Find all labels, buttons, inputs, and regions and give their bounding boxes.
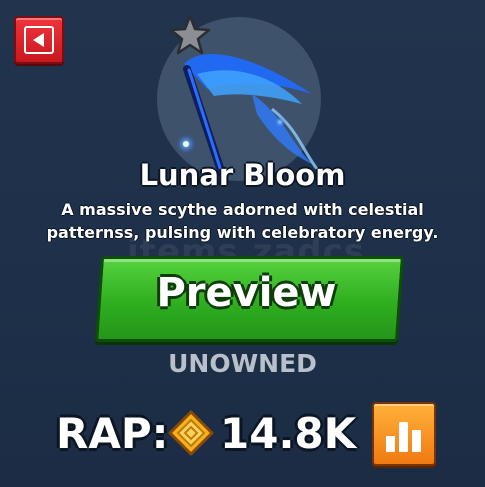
item-title: Lunar Bloom	[139, 158, 346, 192]
preview-button-label[interactable]: Preview	[98, 270, 395, 316]
rap-value: 14.8K	[220, 409, 357, 458]
item-description: A massive scythe adorned with celestial …	[46, 200, 439, 242]
ownership-status: UNOWNED	[168, 349, 317, 378]
rap-label: RAP:	[56, 409, 169, 458]
back-arrow-icon	[24, 26, 54, 54]
rap-row: RAP: 14.8K	[56, 398, 446, 468]
diamond-coin-icon	[168, 410, 214, 456]
back-button[interactable]	[14, 16, 64, 64]
rap-chart-button[interactable]	[372, 402, 436, 466]
star-icon	[169, 14, 211, 55]
